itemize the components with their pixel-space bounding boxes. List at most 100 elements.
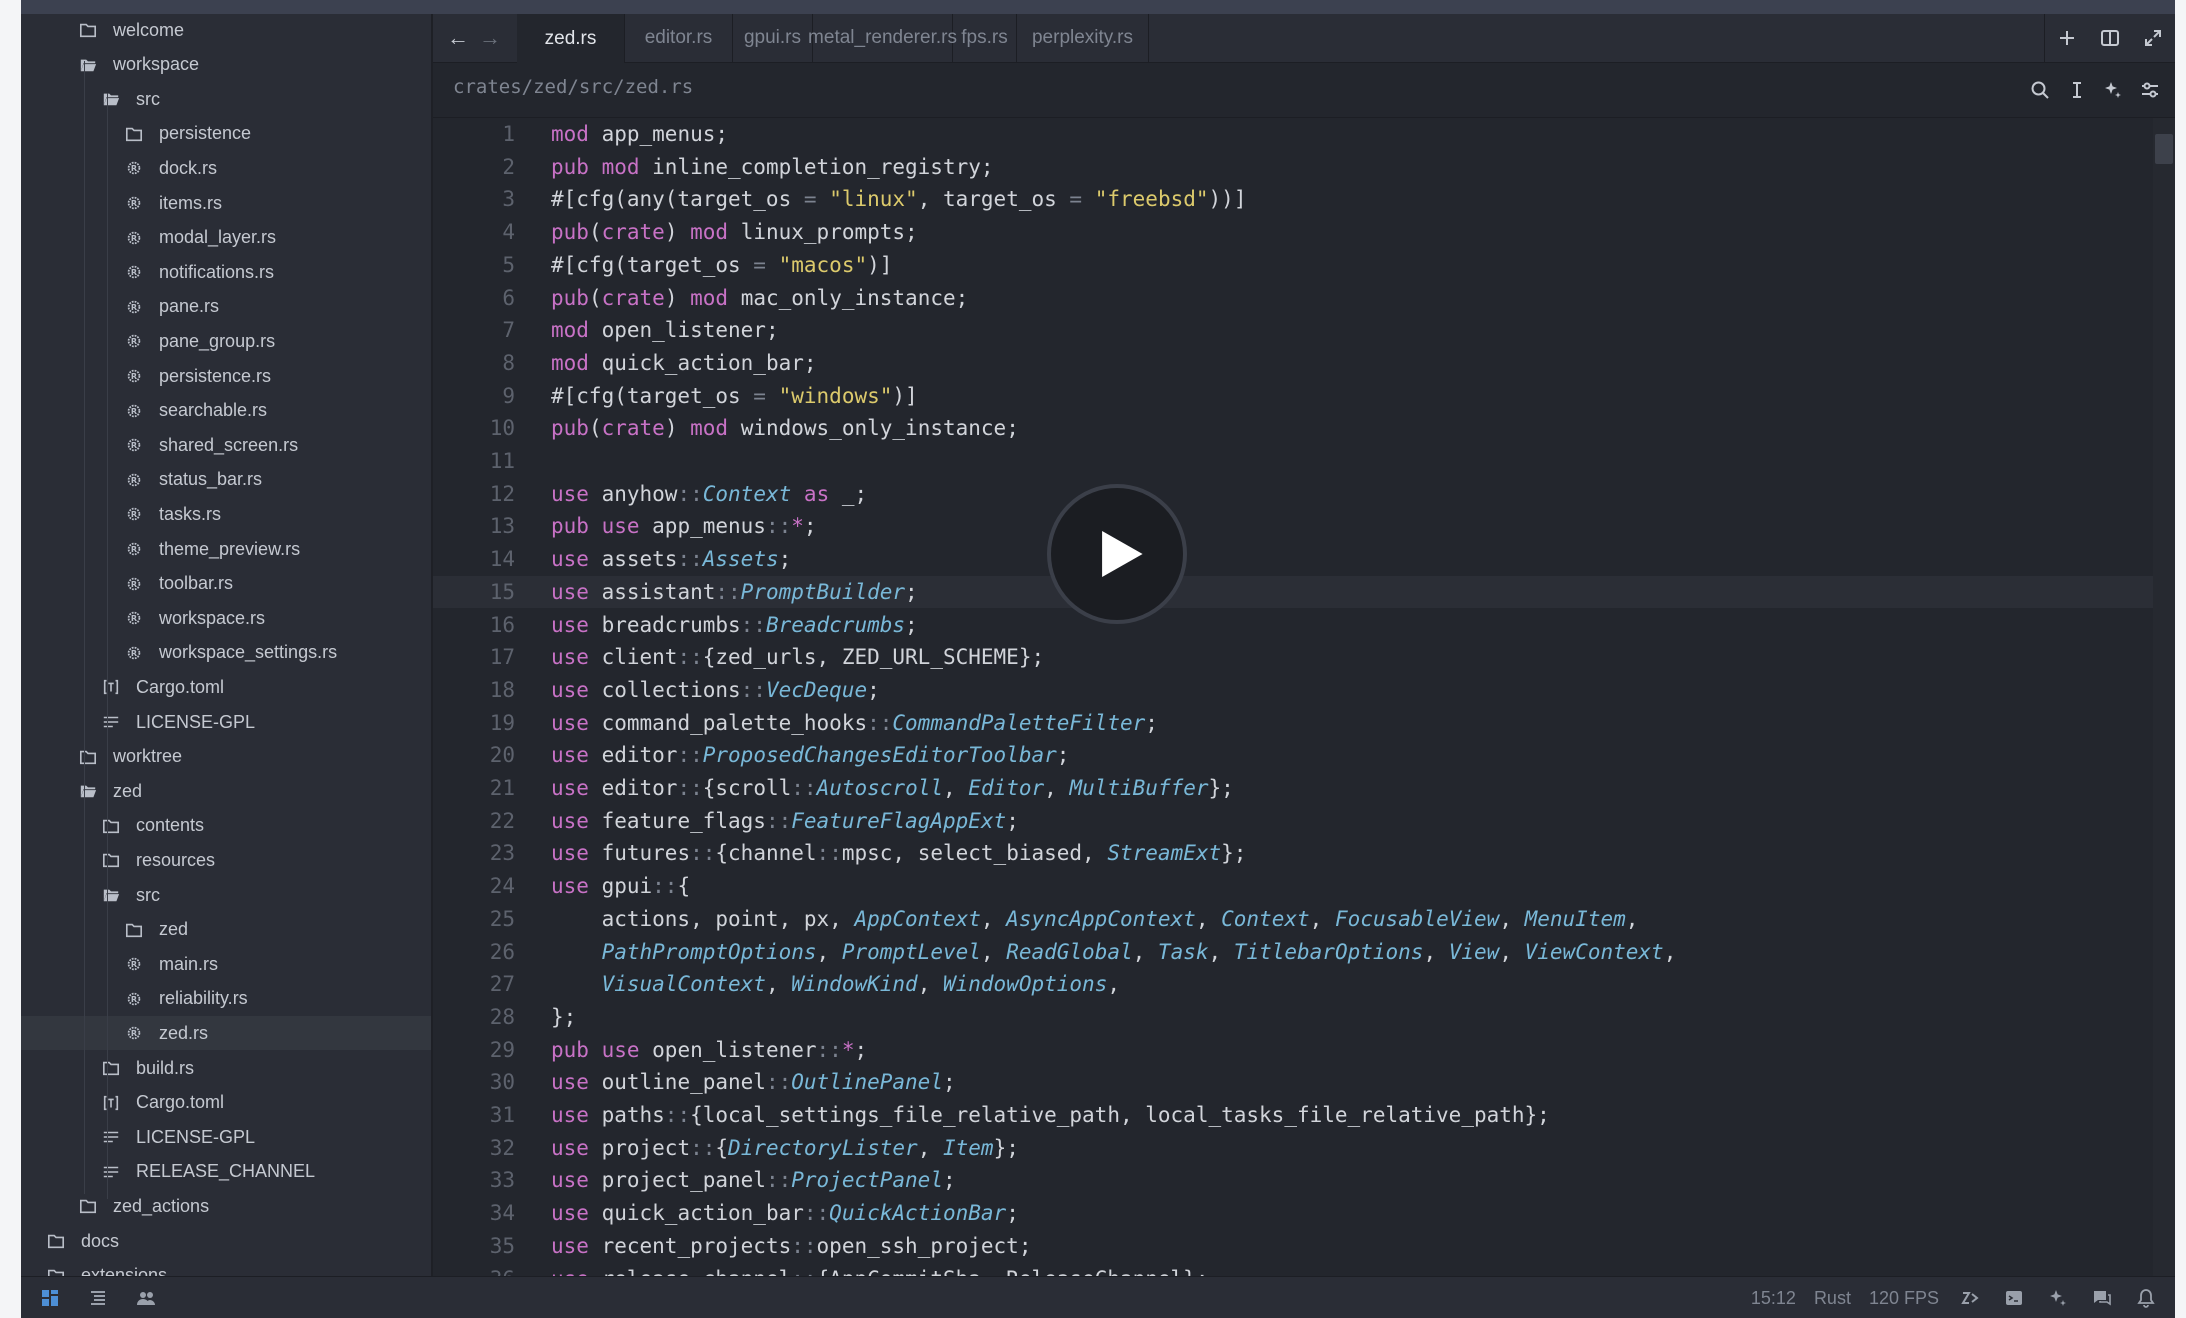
vertical-scrollbar[interactable] [2153,118,2175,1276]
code-line[interactable]: 15 use assistant::PromptBuilder; [433,575,2153,608]
code-line[interactable]: 30 use outline_panel::OutlinePanel; [433,1066,2153,1098]
code-line[interactable]: 34 use quick_action_bar::QuickActionBar; [433,1197,2153,1229]
tree-item[interactable]: Rpane.rs [21,290,431,324]
settings-sliders-icon[interactable] [2135,75,2165,105]
tree-item[interactable]: LICENSE-GPL [21,1120,431,1154]
code-line[interactable]: 32 use project::{DirectoryLister, Item}; [433,1132,2153,1164]
tree-item[interactable]: Rtasks.rs [21,497,431,531]
code-line[interactable]: 10 pub(crate) mod windows_only_instance; [433,412,2153,444]
tree-item[interactable]: Rnotifications.rs [21,255,431,289]
tree-item[interactable]: Rzed.rs [21,1016,431,1051]
code-line[interactable]: 17 use client::{zed_urls, ZED_URL_SCHEME}… [433,641,2153,673]
code-line[interactable]: 36 use release_channel::{AppCommitSha, Re… [433,1263,2153,1277]
tree-item[interactable]: Rpersistence.rs [21,359,431,393]
tree-item[interactable]: src [21,878,431,912]
code-line[interactable]: 9 #[cfg(target_os = "windows")] [433,380,2153,412]
breadcrumb[interactable]: crates/zed/src/zed.rs [453,76,693,98]
code-line[interactable]: 3 #[cfg(any(target_os = "linux", target_o… [433,183,2153,215]
tree-item[interactable]: build.rs [21,1051,431,1085]
forward-arrow-icon[interactable]: → [475,23,505,53]
back-arrow-icon[interactable]: ← [443,23,473,53]
tree-item[interactable]: zed [21,774,431,808]
code-line[interactable]: 4 pub(crate) mod linux_prompts; [433,216,2153,248]
code-line[interactable]: 12 use anyhow::Context as _; [433,478,2153,510]
tree-item[interactable]: welcome [21,14,431,47]
tree-item[interactable]: workspace [21,48,431,82]
tree-item[interactable]: Rdock.rs [21,151,431,185]
code-line[interactable]: 13 pub use app_menus::*; [433,510,2153,542]
tree-item[interactable]: LICENSE-GPL [21,705,431,739]
tree-item[interactable]: Ritems.rs [21,186,431,220]
cursor-position[interactable]: 15:12 [1751,1288,1796,1309]
tab[interactable]: editor.rs [625,14,733,62]
notification-bell-icon[interactable] [2133,1285,2159,1311]
chat-icon[interactable] [2089,1285,2115,1311]
tree-item[interactable]: Rsearchable.rs [21,394,431,428]
split-pane-icon[interactable] [2095,23,2125,53]
code-line[interactable]: 23 use futures::{channel::mpsc, select_bi… [433,837,2153,869]
collaborators-icon[interactable] [133,1285,159,1311]
language-selector[interactable]: Rust [1814,1288,1851,1309]
code-line[interactable]: 24 use gpui::{ [433,870,2153,902]
code-line[interactable]: 28}; [433,1001,2153,1033]
code-line[interactable]: 19 use command_palette_hooks::CommandPale… [433,707,2153,739]
plus-icon[interactable] [2052,23,2082,53]
tree-item[interactable]: contents [21,809,431,843]
code-line[interactable]: 22 use feature_flags::FeatureFlagAppExt; [433,805,2153,837]
code-line[interactable]: 5 #[cfg(target_os = "macos")] [433,249,2153,281]
code-line[interactable]: 6 pub(crate) mod mac_only_instance; [433,282,2153,314]
tree-item[interactable]: zed_actions [21,1189,431,1223]
tab[interactable]: gpui.rs [733,14,813,62]
tree-item[interactable]: docs [21,1224,431,1258]
text-cursor-icon[interactable] [2062,75,2092,105]
code-line[interactable]: 8 mod quick_action_bar; [433,347,2153,379]
tree-item[interactable]: Cargo.toml [21,670,431,704]
inline-completion-icon[interactable] [1957,1285,1983,1311]
tree-item[interactable]: Rtoolbar.rs [21,567,431,601]
tree-item[interactable]: Rworkspace_settings.rs [21,636,431,670]
assistant-icon[interactable] [2045,1285,2071,1311]
tree-item[interactable]: Rtheme_preview.rs [21,532,431,566]
tree-item[interactable]: Cargo.toml [21,1086,431,1120]
code-line[interactable]: 25 actions, point, px, AppContext, Async… [433,903,2153,935]
code-line[interactable]: 16 use breadcrumbs::Breadcrumbs; [433,609,2153,641]
project-panel-toggle-icon[interactable] [37,1285,63,1311]
code-line[interactable]: 21 use editor::{scroll::Autoscroll, Edito… [433,772,2153,804]
tree-item[interactable]: Rpane_group.rs [21,324,431,358]
code-line[interactable]: 11 [433,445,2153,477]
tree-item[interactable]: resources [21,843,431,877]
tree-item[interactable]: persistence [21,117,431,151]
terminal-icon[interactable] [2001,1285,2027,1311]
code-line[interactable]: 1 mod app_menus; [433,118,2153,150]
code-line[interactable]: 7 mod open_listener; [433,314,2153,346]
tree-item[interactable]: worktree [21,740,431,774]
tab[interactable]: metal_renderer.rs [808,14,957,62]
tree-item[interactable]: Rmodal_layer.rs [21,221,431,255]
tree-item[interactable]: src [21,82,431,116]
tree-item[interactable]: Rreliability.rs [21,982,431,1016]
code-line[interactable]: 33 use project_panel::ProjectPanel; [433,1164,2153,1196]
video-play-button[interactable] [1047,484,1187,624]
code-line[interactable]: 18 use collections::VecDeque; [433,674,2153,706]
tree-item[interactable]: Rshared_screen.rs [21,428,431,462]
tree-item[interactable]: RELEASE_CHANNEL [21,1155,431,1189]
tab[interactable]: fps.rs [953,14,1017,62]
tab[interactable]: perplexity.rs [1017,14,1149,62]
tree-item[interactable]: Rstatus_bar.rs [21,463,431,497]
code-line[interactable]: 2 pub mod inline_completion_registry; [433,151,2153,183]
code-line[interactable]: 27 VisualContext, WindowKind, WindowOpti… [433,968,2153,1000]
code-line[interactable]: 20 use editor::ProposedChangesEditorToolb… [433,739,2153,771]
tree-item[interactable]: extensions [21,1259,431,1276]
tree-item[interactable]: Rworkspace.rs [21,601,431,635]
code-line[interactable]: 26 PathPromptOptions, PromptLevel, ReadG… [433,936,2153,968]
assistant-sparkle-icon[interactable] [2098,75,2128,105]
scrollbar-thumb[interactable] [2155,134,2173,164]
code-line[interactable]: 14 use assets::Assets; [433,543,2153,575]
search-icon[interactable] [2025,75,2055,105]
code-line[interactable]: 35 use recent_projects::open_ssh_project; [433,1230,2153,1262]
tab[interactable]: zed.rs [517,14,625,63]
outline-list-icon[interactable] [85,1285,111,1311]
maximize-icon[interactable] [2138,23,2168,53]
tree-item[interactable]: Rmain.rs [21,947,431,981]
code-line[interactable]: 31 use paths::{local_settings_file_relati… [433,1099,2153,1131]
